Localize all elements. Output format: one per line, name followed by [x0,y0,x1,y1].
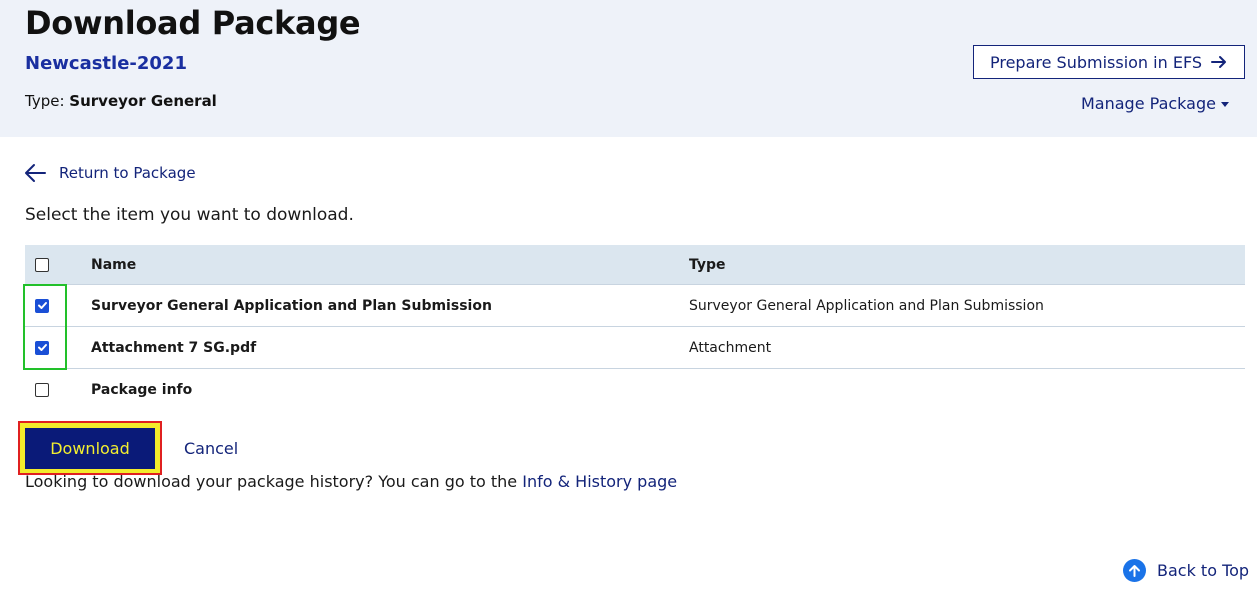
row-checkbox[interactable] [35,383,49,397]
row-name: Package info [91,382,193,398]
table-row: Attachment 7 SG.pdf Attachment [25,327,1245,369]
row-type: Attachment [689,339,772,356]
history-description: Looking to download your package history… [25,472,523,491]
checkmark-icon [37,302,47,309]
info-history-link[interactable]: Info & History page [522,472,677,491]
prepare-submission-label: Prepare Submission in EFS [989,52,1203,72]
return-to-package-link[interactable]: Return to Package [24,163,196,183]
checkmark-icon [37,344,47,351]
package-type-label: Type: [25,92,65,110]
row-checkbox[interactable] [35,298,49,313]
select-all-checkbox[interactable] [35,257,49,272]
cancel-link[interactable]: Cancel [184,439,238,458]
row-checkbox[interactable] [35,340,49,355]
back-to-top-label: Back to Top [1157,561,1250,580]
manage-package-menu[interactable]: Manage Package [1081,94,1229,113]
package-type: Type: Surveyor General [25,92,217,110]
column-header-name: Name [91,256,137,273]
history-text: Looking to download your package history… [25,472,677,491]
manage-package-label: Manage Package [1081,94,1216,113]
back-to-top-link[interactable]: Back to Top [1123,559,1249,582]
table-row: Package info [25,369,1245,411]
row-name: Surveyor General Application and Plan Su… [91,297,492,314]
arrow-up-circle-icon [1123,559,1146,582]
instruction-text: Select the item you want to download. [25,205,354,225]
column-header-type: Type [689,256,726,273]
page-header: Download Package Newcastle-2021 Type: Su… [0,0,1257,137]
caret-down-icon [1220,102,1229,107]
row-type: Surveyor General Application and Plan Su… [689,297,1044,314]
row-name: Attachment 7 SG.pdf [91,339,257,356]
package-name: Newcastle-2021 [25,53,187,74]
arrow-right-icon [1211,56,1227,68]
page-title: Download Package [25,4,361,42]
download-items-table: Name Type Surveyor General Application a… [25,245,1245,411]
return-to-package-label: Return to Package [59,164,196,182]
download-button[interactable]: Download [25,428,155,469]
table-header-row: Name Type [25,245,1245,285]
package-type-value: Surveyor General [69,92,217,110]
arrow-left-icon [25,164,46,182]
table-row: Surveyor General Application and Plan Su… [25,285,1245,327]
prepare-submission-button[interactable]: Prepare Submission in EFS [973,45,1245,79]
